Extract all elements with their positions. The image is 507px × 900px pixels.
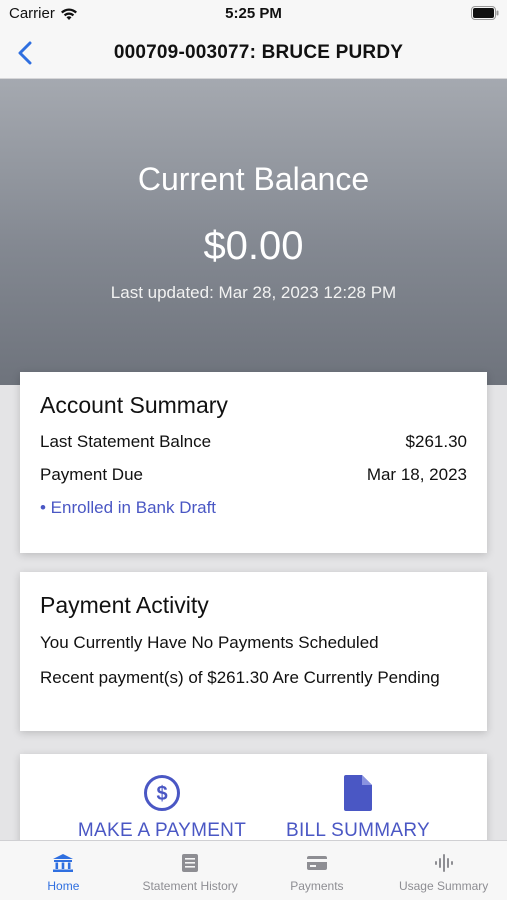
- summary-row-value: Mar 18, 2023: [366, 465, 467, 484]
- bank-icon: [53, 854, 74, 872]
- balance-hero: Current Balance $0.00 Last updated: Mar …: [0, 79, 507, 385]
- payment-activity-card: Payment Activity You Currently Have No P…: [20, 572, 487, 731]
- status-time: 5:25 PM: [225, 5, 282, 22]
- back-button[interactable]: [12, 38, 38, 68]
- balance-heading: Current Balance: [137, 161, 370, 197]
- list-document-icon: [182, 854, 199, 872]
- credit-card-icon: [306, 856, 327, 870]
- summary-row-label: Last Statement Balnce: [40, 432, 212, 451]
- account-summary-card: Account Summary Last Statement Balnce $2…: [20, 372, 487, 553]
- tab-home[interactable]: Home: [0, 841, 127, 900]
- bill-summary-button[interactable]: BILL SUMMARY: [282, 774, 434, 842]
- balance-amount: $0.00: [203, 224, 304, 268]
- document-icon: [344, 775, 372, 811]
- tab-bar: Home Statement History Payments Usage Su…: [0, 840, 507, 900]
- card-title: Account Summary: [40, 392, 228, 418]
- tab-usage-summary[interactable]: Usage Summary: [380, 841, 507, 900]
- navigation-bar: 000709-003077: BRUCE PURDY: [0, 28, 507, 79]
- tab-label: Statement History: [142, 879, 238, 893]
- card-title: Payment Activity: [40, 592, 209, 618]
- svg-text:$: $: [156, 783, 167, 805]
- tab-label: Payments: [290, 879, 344, 893]
- bank-draft-link[interactable]: • Enrolled in Bank Draft: [40, 498, 216, 518]
- pending-payments-text: Recent payment(s) of $261.30 Are Current…: [40, 668, 440, 687]
- make-payment-label: MAKE A PAYMENT: [77, 820, 247, 841]
- tab-statement-history[interactable]: Statement History: [127, 841, 254, 900]
- bill-summary-label: BILL SUMMARY: [285, 820, 431, 841]
- status-bar: Carrier 5:25 PM: [0, 0, 507, 28]
- tab-label: Usage Summary: [398, 879, 489, 893]
- dollar-circle-icon: $: [144, 775, 180, 811]
- summary-row-value: $261.30: [405, 432, 467, 451]
- waveform-icon: [434, 854, 453, 872]
- summary-row: Last Statement Balnce $261.30: [40, 432, 467, 452]
- last-updated-text: Last updated: Mar 28, 2023 12:28 PM: [110, 283, 397, 302]
- tab-payments[interactable]: Payments: [254, 841, 381, 900]
- chevron-left-icon: [18, 41, 32, 65]
- battery-icon: [471, 6, 499, 20]
- summary-row: Payment Due Mar 18, 2023: [40, 465, 467, 485]
- scheduled-payments-text: You Currently Have No Payments Scheduled: [40, 633, 379, 652]
- tab-label: Home: [47, 879, 80, 893]
- page-title: 000709-003077: BRUCE PURDY: [113, 42, 404, 63]
- make-payment-button[interactable]: $ MAKE A PAYMENT: [74, 774, 250, 842]
- summary-row-label: Payment Due: [40, 465, 143, 484]
